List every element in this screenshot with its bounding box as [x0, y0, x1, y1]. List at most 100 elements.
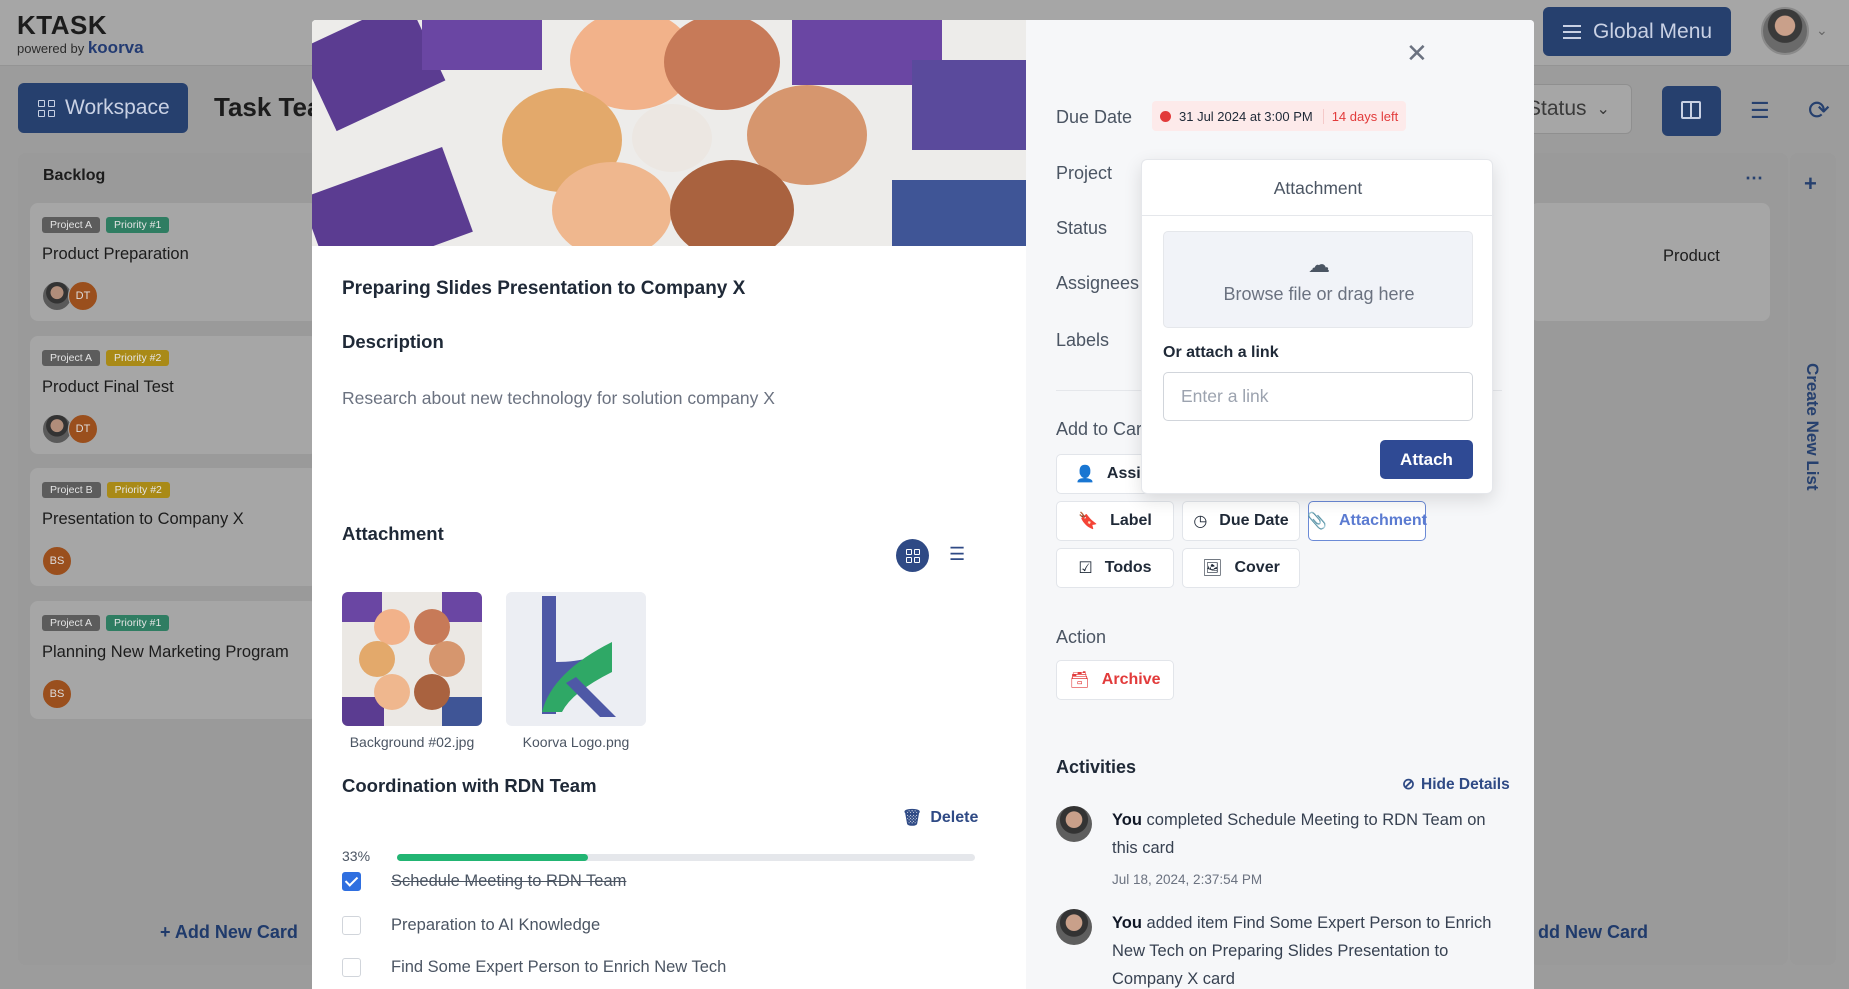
chevron-down-icon[interactable]: ⌄ — [1816, 22, 1828, 39]
activity-timestamp: Jul 18, 2024, 2:37:54 PM — [1112, 872, 1263, 887]
avatar — [1056, 806, 1092, 842]
cover-fists-illustration — [312, 20, 1026, 246]
description-text[interactable]: Research about new technology for soluti… — [342, 388, 775, 409]
app-logo[interactable]: KTASK powered by koorva — [17, 10, 144, 61]
due-date-button-label: Due Date — [1219, 512, 1289, 529]
avatar: BS — [42, 679, 72, 709]
list-view-icon[interactable]: ☰ — [1750, 98, 1770, 124]
checklist-percent: 33% — [342, 848, 371, 864]
avatar: BS — [42, 546, 72, 576]
card-title: Presentation to Company X — [42, 510, 244, 528]
global-menu-label: Global Menu — [1593, 19, 1713, 43]
activities-heading: Activities — [1056, 757, 1137, 777]
card-title-fragment: Product — [1662, 247, 1720, 265]
add-new-card-button[interactable]: dd New Card — [1538, 922, 1648, 943]
clock-icon: ◷ — [1193, 513, 1208, 530]
due-date-remaining: 14 days left — [1322, 108, 1407, 124]
checklist-item[interactable]: Schedule Meeting to RDN Team — [342, 872, 626, 891]
priority-tag: Priority #1 — [106, 217, 170, 233]
checklist-item[interactable]: Find Some Expert Person to Enrich New Te… — [342, 958, 726, 977]
grid-view-toggle[interactable] — [896, 539, 929, 572]
global-menu-button[interactable]: Global Menu — [1543, 7, 1731, 56]
task-card[interactable]: Project A Priority #2 Product Final Test … — [30, 336, 318, 454]
delete-checklist-button[interactable]: 🗑 Delete — [902, 808, 978, 828]
task-card[interactable]: Project A Priority #1 Product Preparation… — [30, 203, 318, 321]
card-title: Product Final Test — [42, 378, 174, 396]
cover-image — [312, 20, 1026, 246]
image-icon: 🖼 — [1202, 560, 1223, 577]
card-title: Product — [1530, 247, 1720, 266]
attachment-filename[interactable]: Koorva Logo.png — [496, 734, 656, 750]
list-title: Backlog — [43, 167, 106, 184]
workspace-label: Workspace — [65, 96, 170, 119]
card-main-panel: Preparing Slides Presentation to Company… — [312, 20, 1026, 989]
project-tag: Project A — [42, 615, 101, 631]
task-title: Preparing Slides Presentation to Company… — [342, 278, 746, 299]
checklist-progress-fill — [397, 854, 588, 861]
checkbox-icon: ☑ — [1078, 560, 1093, 577]
checklist-title[interactable]: Coordination with RDN Team — [342, 775, 597, 797]
add-new-card-label: Add New Card — [174, 922, 298, 942]
checkbox-checked[interactable] — [342, 872, 361, 891]
user-avatar[interactable] — [1761, 7, 1809, 55]
priority-tag: Priority #1 — [106, 615, 170, 631]
plus-icon: + — [1804, 171, 1817, 196]
attachment-button[interactable]: 📎 Attachment — [1307, 501, 1427, 541]
logo-name: KTASK — [17, 10, 108, 40]
todos-button[interactable]: ☑ Todos — [1056, 548, 1174, 588]
refresh-icon[interactable]: ⟳ — [1808, 95, 1830, 126]
cloud-upload-icon: ☁ — [1308, 252, 1330, 277]
file-dropzone[interactable]: ☁ Browse file or drag here — [1163, 231, 1473, 328]
checklist-item-text[interactable]: Schedule Meeting to RDN Team — [391, 872, 626, 891]
add-new-card-button[interactable]: + Add New Card — [160, 922, 298, 943]
attachment-button-label: Attachment — [1338, 512, 1427, 529]
activity-text: You added item Find Some Expert Person t… — [1112, 909, 1492, 989]
avatar — [1056, 909, 1092, 945]
attachment-thumbnail[interactable] — [342, 592, 482, 726]
archive-label: Archive — [1101, 671, 1161, 688]
more-options-icon[interactable]: ⋯ — [1745, 168, 1763, 189]
link-input[interactable] — [1163, 372, 1473, 421]
attachment-filename[interactable]: Background #02.jpg — [332, 734, 492, 750]
assignees-label: Assignees — [1056, 273, 1140, 293]
project-tag: Project A — [42, 350, 101, 366]
label-button[interactable]: 🔖 Label — [1056, 501, 1174, 541]
attachment-heading: Attachment — [342, 523, 444, 544]
checklist-item-text[interactable]: Preparation to AI Knowledge — [391, 916, 600, 935]
attach-button[interactable]: Attach — [1380, 440, 1473, 479]
cover-button-label: Cover — [1234, 559, 1280, 576]
paperclip-icon: 📎 — [1307, 513, 1327, 530]
project-tag: Project A — [42, 217, 101, 233]
attachment-thumbnail[interactable] — [506, 592, 646, 726]
popover-title: Attachment — [1273, 178, 1363, 198]
add-to-card-label: Add to Car — [1056, 419, 1143, 439]
workspace-button[interactable]: Workspace — [18, 83, 188, 133]
card-title: Product Preparation — [42, 245, 189, 263]
hide-details-label: Hide Details — [1421, 775, 1510, 793]
todos-button-label: Todos — [1104, 559, 1152, 576]
archive-button[interactable]: 🗃 Archive — [1056, 660, 1174, 700]
cover-button[interactable]: 🖼 Cover — [1182, 548, 1300, 588]
checkbox[interactable] — [342, 958, 361, 977]
priority-tag: Priority #2 — [106, 350, 170, 366]
checklist-item[interactable]: Preparation to AI Knowledge — [342, 916, 600, 935]
hide-details-button[interactable]: ⊘ Hide Details — [1402, 775, 1510, 794]
priority-tag: Priority #2 — [106, 482, 170, 498]
project-tag: Project B — [42, 482, 101, 498]
board-view-button[interactable] — [1662, 86, 1721, 136]
due-date-button[interactable]: ◷ Due Date — [1182, 501, 1300, 541]
due-date-value: 31 Jul 2024 at 3:00 PM — [1179, 108, 1313, 124]
attach-link-label: Or attach a link — [1163, 344, 1279, 361]
status-filter-label: Status — [1527, 97, 1587, 120]
create-new-list-button[interactable]: + Create New List — [1790, 153, 1836, 965]
checkbox[interactable] — [342, 916, 361, 935]
dropzone-text: Browse file or drag here — [1223, 284, 1415, 304]
close-icon[interactable]: ✕ — [1406, 38, 1428, 69]
task-card[interactable]: Project B Priority #2 Presentation to Com… — [30, 468, 318, 586]
task-card[interactable]: Project A Priority #1 Planning New Market… — [30, 601, 318, 719]
description-heading: Description — [342, 331, 444, 352]
due-date-badge[interactable]: 31 Jul 2024 at 3:00 PM 14 days left — [1152, 101, 1407, 131]
list-view-icon[interactable]: ☰ — [949, 544, 965, 565]
activity-text: You completed Schedule Meeting to RDN Te… — [1112, 806, 1492, 862]
checklist-item-text[interactable]: Find Some Expert Person to Enrich New Te… — [391, 958, 726, 977]
